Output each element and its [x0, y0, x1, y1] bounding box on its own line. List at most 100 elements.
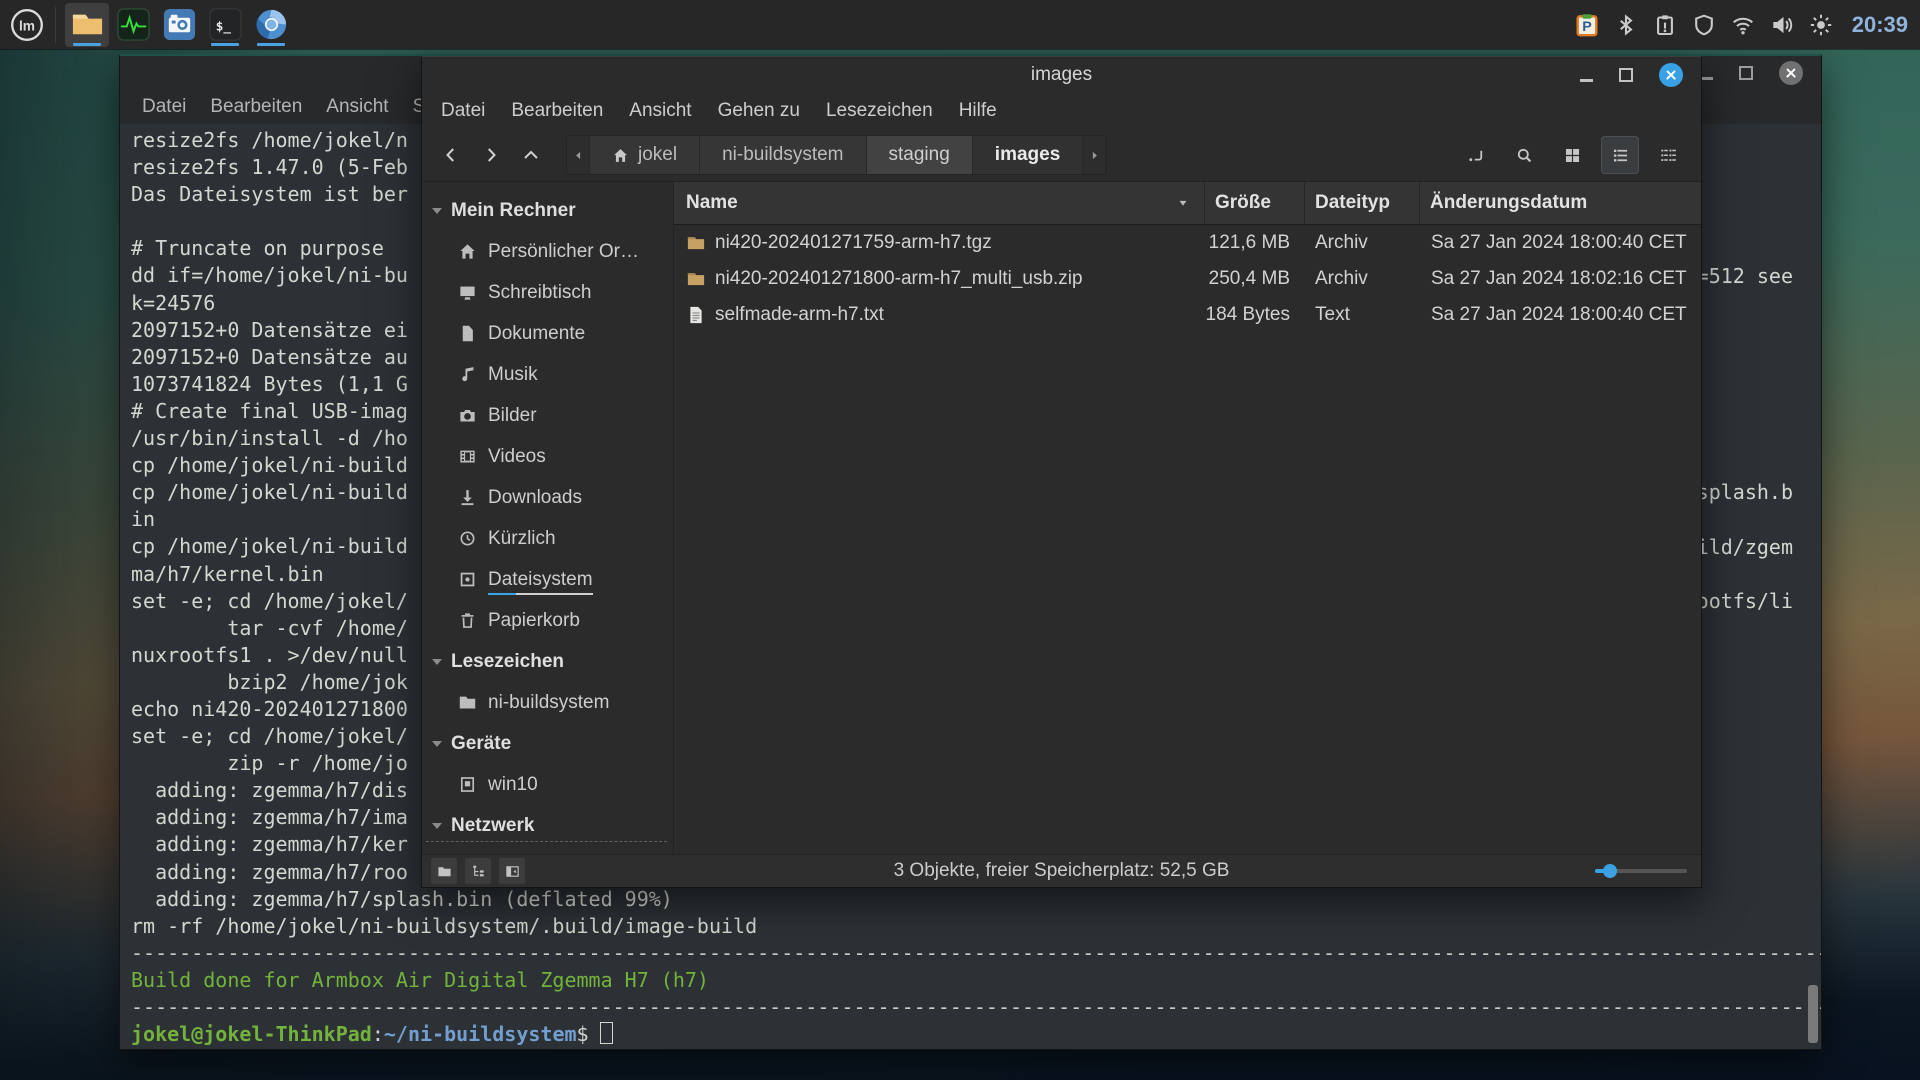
- file-manager-minimize-button[interactable]: [1580, 69, 1593, 82]
- shield-tray-button[interactable]: [1692, 13, 1716, 37]
- sb-tree-button[interactable]: [464, 857, 492, 885]
- location-entry-button[interactable]: [1457, 136, 1495, 174]
- up-button[interactable]: [512, 136, 550, 174]
- compact-view-button[interactable]: [1649, 136, 1687, 174]
- breadcrumb-scroll-left[interactable]: [567, 136, 590, 174]
- sidebar-section-lesezeichen[interactable]: Lesezeichen: [422, 641, 673, 682]
- file-manager-body: Mein Rechner Persönlicher Or…Schreibtisch…: [422, 182, 1701, 854]
- sidebar-section-geräte[interactable]: Geräte: [422, 723, 673, 764]
- column-header-änderungsdatum[interactable]: Änderungsdatum: [1419, 182, 1701, 224]
- terminal-line-fragment: ild/zgem: [1697, 534, 1793, 561]
- sidebar-item-persönlicher-or-[interactable]: Persönlicher Or…: [422, 231, 673, 272]
- sidebar-item-label: Videos: [488, 446, 546, 468]
- terminal-scrollbar[interactable]: [1808, 985, 1818, 1043]
- terminal-close-button[interactable]: [1779, 61, 1803, 85]
- file-name-cell: ni420-202401271759-arm-h7.tgz: [674, 232, 1204, 254]
- wifi-tray-button[interactable]: [1731, 13, 1755, 37]
- menu-gehen-zu[interactable]: Gehen zu: [705, 100, 813, 122]
- zoom-slider-handle[interactable]: [1603, 864, 1617, 878]
- breadcrumb-ni-buildsystem[interactable]: ni-buildsystem: [700, 136, 866, 174]
- wifi-icon: [1731, 13, 1755, 37]
- search-button[interactable]: [1505, 136, 1543, 174]
- sidebar-section-label: Geräte: [451, 733, 511, 755]
- sidebar-item-label: Kürzlich: [488, 528, 556, 550]
- zoom-slider[interactable]: [1595, 862, 1687, 880]
- breadcrumb-staging[interactable]: staging: [867, 136, 973, 174]
- file-manager-titlebar[interactable]: images: [422, 57, 1701, 93]
- sb-places-button[interactable]: [430, 857, 458, 885]
- music-icon: [458, 365, 477, 384]
- sidebar-item-dateisystem[interactable]: Dateisystem: [422, 559, 673, 600]
- table-row[interactable]: ni420-202401271759-arm-h7.tgz121,6 MBArc…: [674, 225, 1701, 261]
- terminal-maximize-button[interactable]: [1739, 66, 1753, 80]
- browser-launcher[interactable]: [249, 3, 293, 47]
- breadcrumb-images[interactable]: images: [973, 136, 1083, 174]
- table-row[interactable]: ni420-202401271800-arm-h7_multi_usb.zip2…: [674, 261, 1701, 297]
- bluetooth-tray-button[interactable]: [1614, 13, 1638, 37]
- archive-icon: [686, 233, 706, 253]
- sidebar-section-netzwerk[interactable]: Netzwerk: [422, 805, 673, 846]
- menu-ansicht[interactable]: Ansicht: [616, 100, 704, 122]
- volume-tray-button[interactable]: [1770, 13, 1794, 37]
- sidebar-item-videos[interactable]: Videos: [422, 436, 673, 477]
- system-monitor-launcher[interactable]: [111, 3, 155, 47]
- sb-toggle-button[interactable]: [498, 857, 526, 885]
- terminal-menu-datei[interactable]: Datei: [130, 96, 198, 118]
- sidebar-section-label: Netzwerk: [451, 815, 534, 837]
- sb-places-icon: [437, 864, 452, 879]
- search-icon: [1515, 146, 1534, 165]
- menu-bearbeiten[interactable]: Bearbeiten: [498, 100, 616, 122]
- document-icon: [458, 324, 477, 343]
- forward-button[interactable]: [472, 136, 510, 174]
- sidebar-item-schreibtisch[interactable]: Schreibtisch: [422, 272, 673, 313]
- grid-view-button[interactable]: [1553, 136, 1591, 174]
- breadcrumb-scroll-right[interactable]: [1083, 136, 1106, 174]
- back-button[interactable]: [432, 136, 470, 174]
- system-tray: 20:39: [1575, 12, 1920, 38]
- sidebar-item-label: win10: [488, 774, 538, 796]
- brightness-tray-button[interactable]: [1809, 13, 1833, 37]
- sidebar-item-win10[interactable]: win10: [422, 764, 673, 805]
- desktop-wallpaper: DateiBearbeitenAnsichtSuchen resize2fs /…: [0, 0, 1920, 1080]
- sidebar-item-downloads[interactable]: Downloads: [422, 477, 673, 518]
- menu-datei[interactable]: Datei: [428, 100, 498, 122]
- sidebar-item-label: Dateisystem: [488, 569, 593, 591]
- files-launcher[interactable]: [65, 3, 109, 47]
- sidebar-section-label: Mein Rechner: [451, 200, 576, 222]
- list-view-button[interactable]: [1601, 136, 1639, 174]
- sidebar-item-label: Musik: [488, 364, 538, 386]
- terminal-launcher[interactable]: [203, 3, 247, 47]
- terminal-menu-bearbeiten[interactable]: Bearbeiten: [198, 96, 314, 118]
- file-manager-window: images DateiBearbeitenAnsichtGehen zuLes…: [421, 56, 1702, 888]
- sidebar-item-label: Dokumente: [488, 323, 585, 345]
- file-manager-maximize-button[interactable]: [1619, 68, 1633, 82]
- file-manager-toolbar: jokelni-buildsystemstagingimages: [422, 129, 1701, 182]
- sidebar-item-dokumente[interactable]: Dokumente: [422, 313, 673, 354]
- forward-icon: [481, 145, 501, 165]
- clock[interactable]: 20:39: [1852, 12, 1908, 38]
- disk-icon: [458, 775, 477, 794]
- menu-hilfe[interactable]: Hilfe: [946, 100, 1010, 122]
- table-row[interactable]: selfmade-arm-h7.txt184 BytesTextSa 27 Ja…: [674, 297, 1701, 333]
- mint-menu-button[interactable]: [6, 4, 48, 46]
- sidebar-section-mein-rechner[interactable]: Mein Rechner: [422, 190, 673, 231]
- sidebar-item-kürzlich[interactable]: Kürzlich: [422, 518, 673, 559]
- screenshot-launcher[interactable]: [157, 3, 201, 47]
- clipboard-alert-tray-button[interactable]: [1653, 13, 1677, 37]
- breadcrumb-jokel[interactable]: jokel: [590, 136, 700, 174]
- sidebar-item-papierkorb[interactable]: Papierkorb: [422, 600, 673, 641]
- mint-menu-icon: [8, 6, 46, 44]
- terminal-menu-ansicht[interactable]: Ansicht: [314, 96, 400, 118]
- column-header-größe[interactable]: Größe: [1204, 182, 1304, 224]
- file-manager-close-button[interactable]: [1659, 63, 1683, 87]
- file-modified-cell: Sa 27 Jan 2024 18:00:40 CET: [1419, 232, 1701, 254]
- sidebar-item-musik[interactable]: Musik: [422, 354, 673, 395]
- compact-view-icon: [1659, 146, 1678, 165]
- sidebar-item-ni-buildsystem[interactable]: ni-buildsystem: [422, 682, 673, 723]
- sidebar-item-bilder[interactable]: Bilder: [422, 395, 673, 436]
- column-header-name[interactable]: Name: [674, 182, 1204, 224]
- file-list-pane: NameGrößeDateitypÄnderungsdatum ni420-20…: [674, 182, 1701, 854]
- column-header-dateityp[interactable]: Dateityp: [1304, 182, 1419, 224]
- clipboard-manager-tray-button[interactable]: [1575, 13, 1599, 37]
- menu-lesezeichen[interactable]: Lesezeichen: [813, 100, 946, 122]
